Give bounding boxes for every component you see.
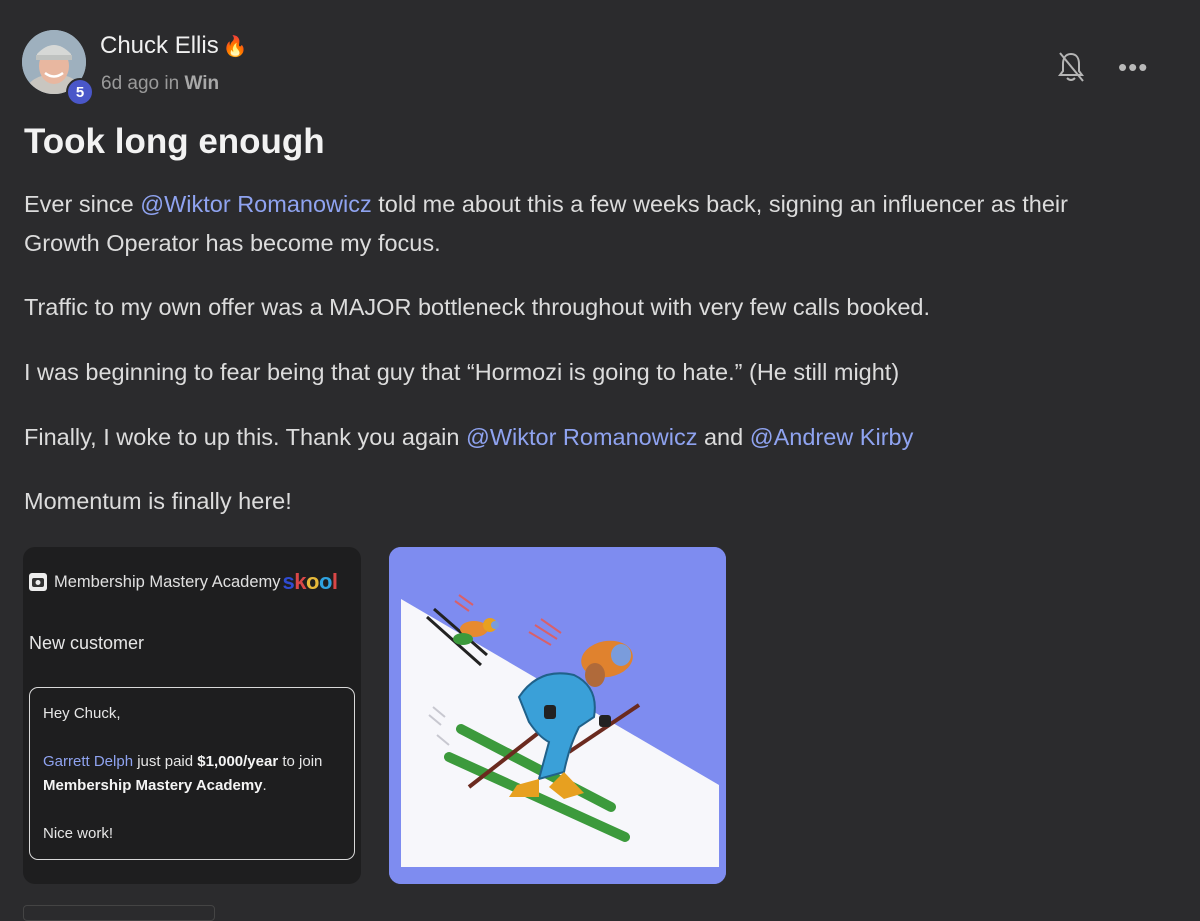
post-time: 6d ago in: [101, 73, 180, 94]
community-bold: Membership Mastery Academy: [43, 777, 263, 794]
email-community-name: Membership Mastery Academy: [54, 572, 281, 591]
attachment-email-screenshot[interactable]: Membership Mastery Academy skool New cus…: [23, 547, 361, 884]
post-paragraph-3: I was beginning to fear being that guy t…: [24, 359, 900, 385]
level-badge: 5: [66, 78, 94, 106]
mention-link[interactable]: @Wiktor Romanowicz: [466, 424, 697, 450]
post-header: 5 Chuck Ellis 🔥 6d ago in Win •••: [22, 28, 1182, 106]
author-name-row[interactable]: Chuck Ellis 🔥: [100, 32, 248, 60]
email-body: Garrett Delph just paid $1,000/year to j…: [43, 750, 343, 798]
post-paragraph-5: Momentum is finally here!: [24, 488, 292, 514]
post-paragraph-1: Ever since @Wiktor Romanowicz told me ab…: [24, 185, 1184, 224]
post-paragraph-1b: Growth Operator has become my focus.: [24, 230, 441, 256]
post-category[interactable]: Win: [184, 73, 219, 94]
email-subject: New customer: [29, 633, 145, 653]
author-name[interactable]: Chuck Ellis: [100, 32, 219, 59]
buyer-name: Garrett Delph: [43, 753, 134, 770]
bell-off-icon[interactable]: [1056, 50, 1086, 84]
post-action-bar[interactable]: [23, 905, 215, 921]
text: and: [697, 424, 750, 450]
post-title: Took long enough: [24, 122, 325, 161]
post-paragraph-2: Traffic to my own offer was a MAJOR bott…: [24, 294, 931, 320]
skool-logo: skool: [282, 569, 339, 594]
email-signoff: Nice work!: [43, 825, 114, 842]
mention-link[interactable]: @Wiktor Romanowicz: [140, 191, 371, 217]
email-message-box: Hey Chuck, Garrett Delph just paid $1,00…: [29, 687, 355, 860]
mention-link[interactable]: @Andrew Kirby: [750, 424, 914, 450]
text: Ever since: [24, 191, 141, 217]
text: to join: [278, 753, 323, 770]
email-header: Membership Mastery Academy skool: [29, 569, 338, 595]
fire-emoji: 🔥: [222, 36, 248, 58]
text: .: [262, 777, 267, 794]
author-avatar-wrap[interactable]: 5: [22, 30, 94, 106]
text: told me about this a few weeks back, sig…: [371, 191, 1068, 217]
more-horizontal-icon[interactable]: •••: [1118, 52, 1148, 83]
skier-illustration-icon: [389, 547, 726, 884]
post-paragraph-4: Finally, I woke to up this. Thank you ag…: [24, 418, 1184, 457]
email-greeting: Hey Chuck,: [43, 705, 121, 722]
text: just paid: [133, 753, 198, 770]
text: Finally, I woke to up this. Thank you ag…: [24, 424, 466, 450]
community-logo-icon: [29, 573, 47, 591]
amount: $1,000/year: [197, 753, 279, 770]
attachment-skier-illustration[interactable]: [389, 547, 726, 884]
post-meta: 6d ago in Win: [101, 73, 219, 95]
